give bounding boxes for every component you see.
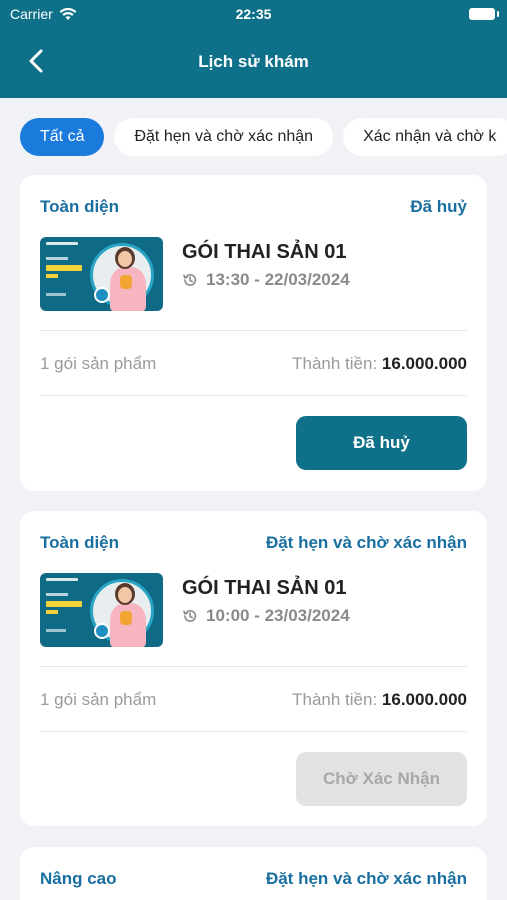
history-icon [183, 609, 197, 622]
history-icon [183, 273, 197, 286]
cancelled-button[interactable]: Đã huỷ [296, 416, 467, 470]
divider [40, 666, 467, 667]
product-count: 1 gói sản phẩm [40, 690, 157, 709]
status-time: 22:35 [235, 6, 272, 22]
package-thumbnail [40, 573, 163, 647]
appointment-time: 13:30 - 22/03/2024 [182, 270, 350, 290]
package-thumbnail [40, 237, 163, 311]
total-value: 16.000.000 [381, 690, 467, 709]
tab-confirmed[interactable]: Xác nhận và chờ k [343, 118, 507, 156]
tab-all[interactable]: Tất cả [20, 118, 105, 156]
tab-pending[interactable]: Đặt hẹn và chờ xác nhận [114, 118, 334, 156]
appointment-datetime: 13:30 - 22/03/2024 [206, 270, 350, 289]
filter-tabs: Tất cả Đặt hẹn và chờ xác nhận Xác nhận … [20, 118, 507, 156]
appointment-datetime: 10:00 - 23/03/2024 [206, 606, 350, 625]
order-category: Toàn diện [40, 533, 120, 552]
order-total: Thành tiền: 16.000.000 [292, 354, 467, 374]
total-label: Thành tiền: [292, 354, 378, 373]
total-label: Thành tiền: [292, 690, 378, 709]
page-title: Lịch sử khám [198, 52, 309, 71]
order-card[interactable]: Toàn diện Đặt hẹn và chờ xác nhận GÓI TH… [20, 511, 487, 826]
status-bar: Carrier 22:35 [0, 0, 507, 30]
divider [40, 330, 467, 331]
appointment-time: 10:00 - 23/03/2024 [182, 606, 350, 626]
total-value: 16.000.000 [381, 354, 467, 373]
order-total: Thành tiền: 16.000.000 [292, 690, 467, 710]
order-status: Đặt hẹn và chờ xác nhận [265, 869, 467, 888]
order-card[interactable]: Nâng cao Đặt hẹn và chờ xác nhận [20, 847, 487, 900]
order-status: Đặt hẹn và chờ xác nhận [265, 533, 467, 552]
product-count: 1 gói sản phẩm [40, 354, 157, 373]
divider [40, 395, 467, 396]
order-status: Đã huỷ [410, 197, 467, 216]
order-card[interactable]: Toàn diện Đã huỷ GÓI THAI SẢN 01 13:30 -… [20, 175, 487, 491]
battery-icon [469, 8, 499, 20]
order-category: Nâng cao [40, 869, 117, 888]
package-name: GÓI THAI SẢN 01 [182, 241, 347, 263]
package-name: GÓI THAI SẢN 01 [182, 577, 347, 599]
app-header: Carrier 22:35 Lịch sử khám [0, 0, 507, 98]
divider [40, 731, 467, 732]
order-category: Toàn diện [40, 197, 120, 216]
awaiting-confirmation-button[interactable]: Chờ Xác Nhận [296, 752, 467, 806]
